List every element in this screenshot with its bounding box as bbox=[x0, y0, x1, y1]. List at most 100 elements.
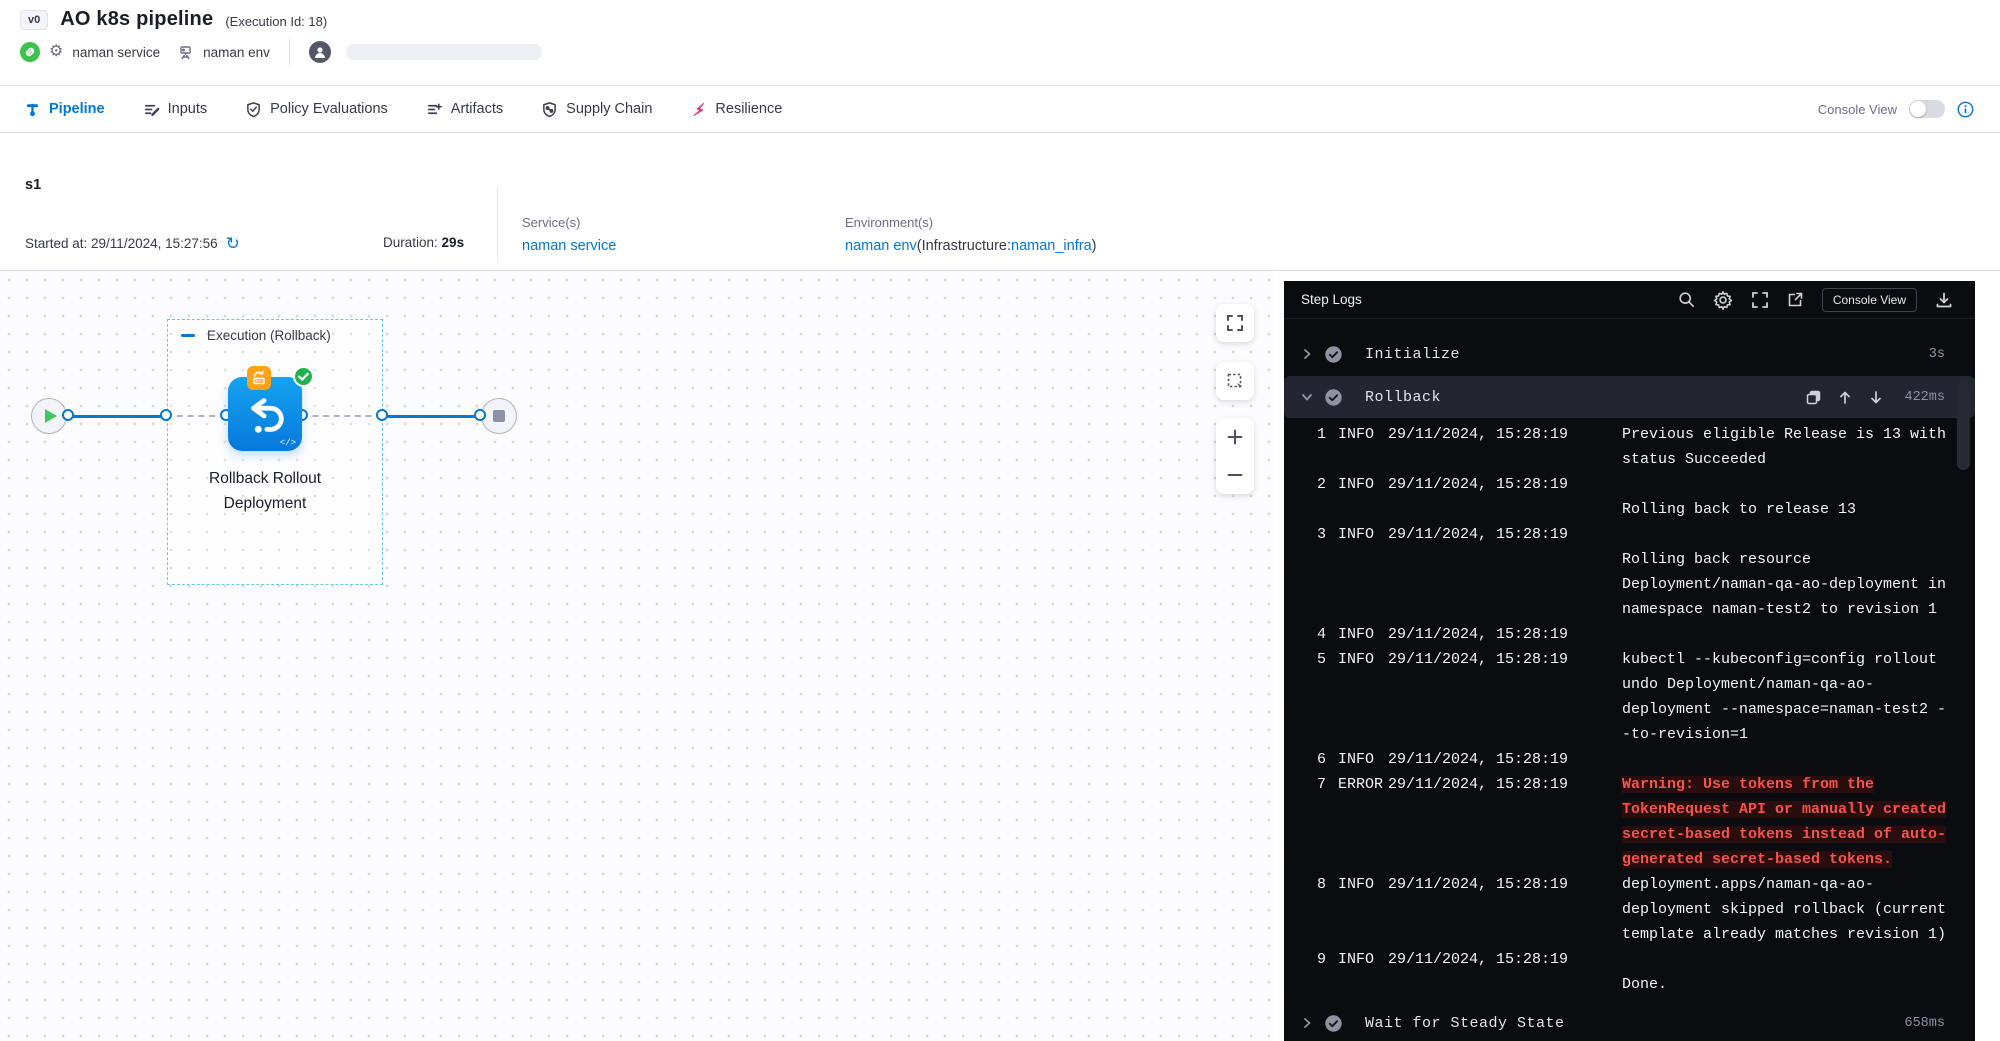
tab-supply-chain[interactable]: Supply Chain bbox=[541, 86, 652, 132]
settings-icon[interactable] bbox=[1713, 290, 1733, 310]
expand-icon bbox=[1226, 314, 1244, 332]
line-number: 6 bbox=[1310, 747, 1326, 772]
log-row: 5INFO29/11/2024, 15:28:19kubectl --kubec… bbox=[1310, 647, 1975, 747]
log-timestamp: 29/11/2024, 15:28:19 bbox=[1388, 751, 1568, 768]
copy-icon[interactable] bbox=[1806, 390, 1821, 405]
tab-inputs[interactable]: Inputs bbox=[143, 86, 208, 132]
code-icon: </> bbox=[280, 438, 296, 448]
page-header: v0 AO k8s pipeline (Execution Id: 18) ⚙ … bbox=[0, 0, 2000, 86]
infra-suffix: ) bbox=[1092, 238, 1097, 254]
log-timestamp: 29/11/2024, 15:28:19 bbox=[1388, 476, 1568, 493]
line-number: 5 bbox=[1310, 647, 1326, 672]
redacted-user-info bbox=[346, 44, 542, 60]
log-row: 4INFO29/11/2024, 15:28:19 bbox=[1310, 622, 1975, 647]
collapse-minus-icon[interactable] bbox=[181, 334, 195, 337]
log-meta: 1 INFO29/11/2024, 15:28:19 bbox=[1310, 422, 1622, 472]
end-node[interactable] bbox=[481, 398, 517, 434]
log-row: 1 INFO29/11/2024, 15:28:19 Previous eligib… bbox=[1310, 422, 1975, 472]
inputs-icon bbox=[143, 101, 160, 118]
log-level: INFO bbox=[1338, 747, 1388, 772]
tab-policy-evaluations[interactable]: Policy Evaluations bbox=[245, 86, 388, 132]
console-view-toggle[interactable] bbox=[1909, 100, 1945, 118]
arrow-down-icon[interactable] bbox=[1869, 390, 1883, 405]
play-icon bbox=[45, 409, 57, 423]
page-title: AO k8s pipeline bbox=[60, 8, 213, 31]
line-number: 1 bbox=[1310, 422, 1326, 447]
log-message: deployment.apps/naman-qa-ao- deployment … bbox=[1622, 872, 1967, 947]
log-section-rollback[interactable]: Rollback 422ms bbox=[1284, 376, 1975, 418]
stage-divider bbox=[497, 187, 498, 263]
log-message: Previous eligible Release is 13 with sta… bbox=[1622, 422, 1967, 472]
infra-prefix: (Infrastructure: bbox=[917, 238, 1011, 254]
replay-icon[interactable]: ↻ bbox=[226, 235, 240, 252]
log-message bbox=[1622, 747, 1967, 772]
step-logs-title: Step Logs bbox=[1301, 292, 1362, 307]
connector-1 bbox=[62, 409, 74, 421]
log-level: INFO bbox=[1338, 947, 1388, 972]
line-number: 4 bbox=[1310, 622, 1326, 647]
log-message: Done. bbox=[1622, 947, 1967, 997]
console-view-label: Console View bbox=[1818, 102, 1897, 117]
supply-chain-icon bbox=[541, 101, 558, 118]
execution-id: (Execution Id: 18) bbox=[225, 14, 327, 29]
tab-resilience[interactable]: Resilience bbox=[690, 86, 782, 132]
console-view-button[interactable]: Console View bbox=[1822, 288, 1917, 312]
download-icon[interactable] bbox=[1935, 291, 1953, 309]
connector-5 bbox=[376, 409, 388, 421]
version-badge: v0 bbox=[20, 10, 48, 30]
step-logs-header: Step Logs Console View bbox=[1284, 281, 1975, 319]
log-section-initialize[interactable]: Initialize 3s bbox=[1284, 335, 1975, 373]
info-icon[interactable] bbox=[1957, 101, 1974, 118]
log-level: INFO bbox=[1338, 872, 1388, 897]
resilience-icon bbox=[690, 101, 707, 118]
stage-duration: Duration: 29s bbox=[383, 235, 464, 250]
stage-name: s1 bbox=[25, 177, 41, 193]
log-timestamp: 29/11/2024, 15:28:19 bbox=[1388, 876, 1568, 893]
log-message: Warning: Use tokens from the TokenReques… bbox=[1622, 772, 1967, 872]
rollback-icon bbox=[242, 391, 288, 437]
log-meta: 5INFO29/11/2024, 15:28:19 bbox=[1310, 647, 1622, 747]
log-meta: 2INFO29/11/2024, 15:28:19 bbox=[1310, 472, 1622, 522]
log-level: INFO bbox=[1338, 647, 1388, 672]
execution-group-label: Execution (Rollback) bbox=[207, 328, 331, 343]
zoom-out-icon[interactable] bbox=[1226, 466, 1244, 484]
log-row: 8INFO29/11/2024, 15:28:19deployment.apps… bbox=[1310, 872, 1975, 947]
marquee-select-button[interactable] bbox=[1216, 362, 1254, 400]
marquee-select-icon bbox=[1226, 372, 1244, 390]
log-level: INFO bbox=[1338, 422, 1388, 447]
fullscreen-icon[interactable] bbox=[1751, 291, 1769, 309]
cd-module-icon bbox=[20, 42, 40, 62]
log-meta: 7ERROR29/11/2024, 15:28:19 bbox=[1310, 772, 1622, 872]
log-message: Rolling back resource Deployment/naman-q… bbox=[1622, 522, 1967, 622]
search-icon[interactable] bbox=[1678, 291, 1695, 308]
external-link-icon[interactable] bbox=[1787, 291, 1804, 308]
log-timestamp: 29/11/2024, 15:28:19 bbox=[1388, 626, 1568, 643]
environment-link[interactable]: naman env bbox=[845, 238, 917, 254]
log-row: 7ERROR29/11/2024, 15:28:19Warning: Use t… bbox=[1310, 772, 1975, 872]
tab-bar: Pipeline Inputs Policy Evaluations Artif… bbox=[0, 86, 2000, 133]
log-timestamp: 29/11/2024, 15:28:19 bbox=[1388, 426, 1568, 443]
zoom-in-icon[interactable] bbox=[1226, 428, 1244, 446]
log-scrollbar-thumb[interactable] bbox=[1957, 380, 1970, 470]
edge-dashed-left bbox=[166, 415, 226, 417]
arrow-up-icon[interactable] bbox=[1838, 390, 1852, 405]
log-meta: 4INFO29/11/2024, 15:28:19 bbox=[1310, 622, 1622, 647]
log-meta: 3INFO29/11/2024, 15:28:19 bbox=[1310, 522, 1622, 622]
line-number: 7 bbox=[1310, 772, 1326, 797]
fit-to-screen-button[interactable] bbox=[1216, 304, 1254, 342]
log-meta: 8INFO29/11/2024, 15:28:19 bbox=[1310, 872, 1622, 947]
stage-summary-bar: s1 Started at: 29/11/2024, 15:27:56 ↻ Du… bbox=[0, 133, 2000, 271]
zoom-controls bbox=[1216, 418, 1254, 494]
tab-artifacts[interactable]: Artifacts bbox=[426, 86, 503, 132]
header-divider bbox=[289, 39, 290, 65]
tab-pipeline[interactable]: Pipeline bbox=[24, 86, 105, 132]
chevron-right-icon bbox=[1300, 1017, 1314, 1029]
log-section-wait-for-steady-state[interactable]: Wait for Steady State 658ms bbox=[1284, 1004, 1975, 1041]
rollout-badge-icon bbox=[247, 366, 271, 390]
check-circle-icon bbox=[1324, 388, 1343, 407]
infrastructure-link[interactable]: naman_infra bbox=[1011, 238, 1092, 254]
chevron-right-icon bbox=[1300, 348, 1314, 360]
edge-end bbox=[382, 415, 480, 418]
service-link[interactable]: naman service bbox=[522, 238, 616, 254]
log-timestamp: 29/11/2024, 15:28:19 bbox=[1388, 776, 1568, 793]
